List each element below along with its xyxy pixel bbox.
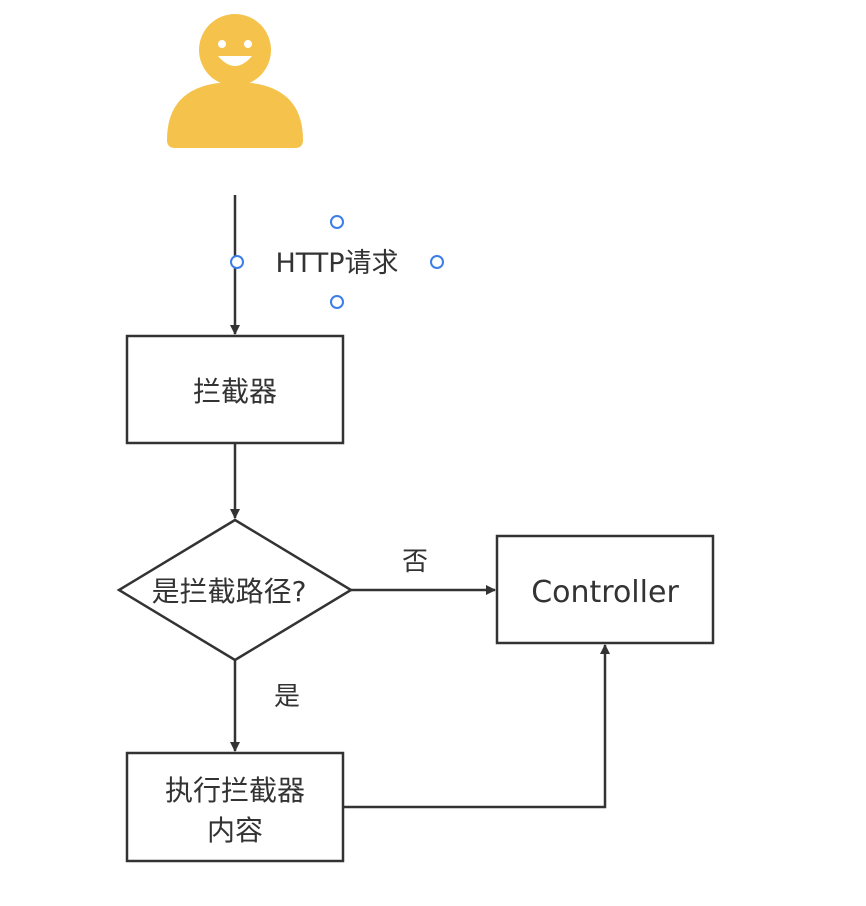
yes-label: 是 bbox=[274, 682, 300, 712]
execute-box[interactable]: 执行拦截器 内容 bbox=[125, 751, 345, 863]
controller-label: Controller bbox=[531, 575, 679, 610]
decision-label: 是拦截路径? bbox=[152, 575, 307, 608]
interceptor-label: 拦截器 bbox=[193, 375, 277, 408]
selection-handle-top[interactable] bbox=[330, 215, 344, 229]
execute-label-line1: 执行拦截器 bbox=[165, 774, 305, 807]
interceptor-box[interactable]: 拦截器 bbox=[125, 334, 345, 445]
request-label-group[interactable]: HTTP请求 bbox=[230, 215, 444, 309]
person-icon[interactable] bbox=[167, 14, 303, 148]
execute-to-controller-arrow[interactable] bbox=[343, 644, 610, 809]
execute-label-line2: 内容 bbox=[207, 814, 263, 847]
request-label[interactable]: HTTP请求 bbox=[275, 248, 398, 279]
selection-handle-bottom[interactable] bbox=[330, 295, 344, 309]
flowchart: HTTP请求 拦截器 是拦截路径? 否 Controller 是 执行拦截器 内… bbox=[116, 14, 715, 863]
no-label: 否 bbox=[402, 547, 428, 577]
selection-handle-right[interactable] bbox=[430, 255, 444, 269]
decision-diamond[interactable]: 是拦截路径? bbox=[116, 518, 354, 662]
controller-box[interactable]: Controller bbox=[495, 534, 715, 645]
selection-handle-left[interactable] bbox=[230, 255, 244, 269]
